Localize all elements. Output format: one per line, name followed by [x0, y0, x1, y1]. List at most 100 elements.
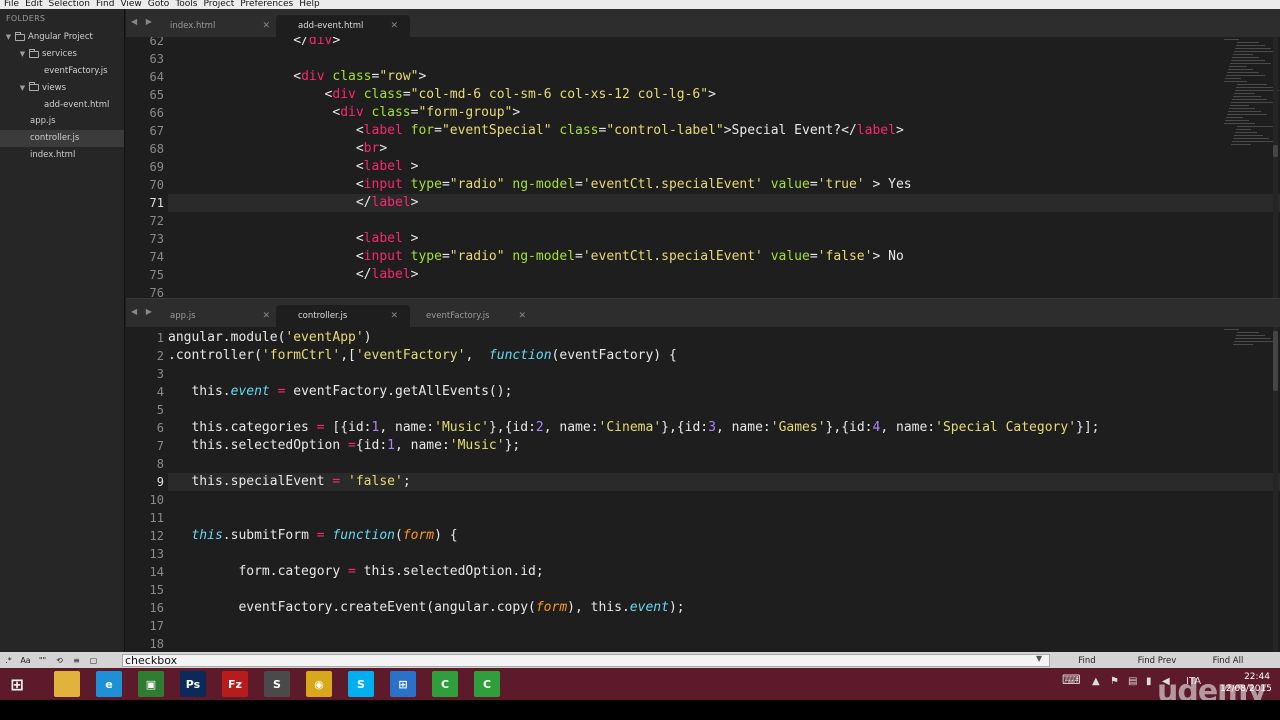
code-line[interactable]: .controller('formCtrl',['eventFactory', …	[168, 347, 677, 365]
app-window-icon[interactable]: ⊞	[390, 671, 416, 697]
code-line[interactable]: <label >	[168, 158, 419, 176]
bottom-minimap[interactable]	[1224, 329, 1277, 349]
regex-icon[interactable]: .*	[0, 652, 17, 668]
code-line[interactable]: <input type="radio" ng-model='eventCtl.s…	[168, 176, 912, 194]
menu-view[interactable]: View	[120, 0, 141, 9]
code-line[interactable]: this.selectedOption ={id:1, name:'Music'…	[168, 437, 520, 455]
skype-icon[interactable]: S	[348, 671, 374, 697]
code-line[interactable]: <label for="eventSpecial" class="control…	[168, 122, 904, 140]
terminal-icon[interactable]: ▣	[138, 671, 164, 697]
menu-tools[interactable]: Tools	[175, 0, 197, 9]
tab-label: eventFactory.js	[426, 311, 490, 321]
case-icon[interactable]: Aa	[17, 652, 34, 668]
menu-selection[interactable]: Selection	[49, 0, 90, 9]
menu-help[interactable]: Help	[299, 0, 320, 9]
code-line[interactable]: eventFactory.createEvent(angular.copy(fo…	[168, 599, 684, 617]
in-selection-icon[interactable]: ≡	[68, 652, 85, 668]
code-line[interactable]: <br>	[168, 140, 387, 158]
line-number: 16	[149, 601, 164, 615]
line-number: 11	[149, 511, 164, 525]
line-number: 74	[149, 250, 164, 264]
network-icon[interactable]: ▤	[1128, 676, 1137, 687]
find-input[interactable]	[122, 654, 1050, 667]
filezilla-icon[interactable]: Fz	[222, 671, 248, 697]
find-prev-button[interactable]: Find Prev	[1124, 654, 1190, 667]
bottom-code-area[interactable]: angular.module('eventApp') .controller('f…	[168, 327, 1280, 652]
wrap-icon[interactable]: ⟲	[51, 652, 68, 668]
highlight-icon[interactable]: ▢	[85, 652, 102, 668]
code-line[interactable]: <div class="form-group">	[168, 104, 520, 122]
bottom-gutter: 1 2 3 4 5 6 7 8 9 10 11 12 13 14 15 16 17 18	[126, 327, 168, 652]
sidebar-item[interactable]: ▼ views	[0, 79, 124, 96]
sidebar-item[interactable]: app.js	[0, 113, 124, 130]
bottom-tab-bar: ◀ ▶ app.js ✕ controller.js ✕ eventFactory.js…	[126, 299, 1280, 327]
file-explorer-icon[interactable]	[54, 671, 80, 697]
code-line[interactable]: <input type="radio" ng-model='eventCtl.s…	[168, 248, 904, 266]
disclosure-arrow-icon[interactable]: ▼	[18, 50, 27, 58]
chrome-icon[interactable]: ◉	[306, 671, 332, 697]
sidebar-item-label: services	[42, 49, 77, 60]
tab-index-html[interactable]: index.html ✕	[148, 15, 282, 37]
sublime-text-icon[interactable]: S	[264, 671, 290, 697]
camtasia-icon[interactable]: C	[432, 671, 458, 697]
signal-icon[interactable]: ▮	[1146, 676, 1152, 687]
sidebar-item[interactable]: controller.js	[0, 129, 124, 147]
close-icon[interactable]: ✕	[518, 311, 526, 321]
keyboard-icon[interactable]: ⌨	[1062, 673, 1081, 688]
disclosure-arrow-icon[interactable]: ▼	[4, 33, 13, 41]
find-history-dropdown-icon[interactable]: ▼	[1036, 654, 1042, 663]
top-code-area[interactable]: </div> <div class="row"> <div class="col…	[168, 37, 1280, 298]
sidebar-item[interactable]: eventFactory.js	[0, 63, 124, 80]
line-number: 14	[149, 565, 164, 579]
line-number: 15	[149, 583, 164, 597]
tab-add-event-html[interactable]: add-event.html ✕	[276, 15, 410, 37]
bottom-editor-pane[interactable]: 1 2 3 4 5 6 7 8 9 10 11 12 13 14 15 16 17 18 angular.modu…	[126, 327, 1280, 652]
sidebar-item[interactable]: ▼ Angular Project	[0, 29, 124, 46]
menu-project[interactable]: Project	[203, 0, 234, 9]
code-line[interactable]: angular.module('eventApp')	[168, 329, 372, 347]
menu-find[interactable]: Find	[96, 0, 114, 9]
code-line[interactable]: <div class="row">	[168, 68, 426, 86]
close-icon[interactable]: ✕	[390, 21, 398, 31]
sidebar-item[interactable]: ▼ services	[0, 46, 124, 63]
code-line[interactable]: this.submitForm = function(form) {	[168, 527, 457, 545]
code-line[interactable]: </div>	[168, 37, 340, 50]
code-line[interactable]: </label>	[168, 266, 419, 284]
photoshop-icon[interactable]: Ps	[180, 671, 206, 697]
bottom-scrollbar[interactable]	[1273, 327, 1278, 652]
code-line[interactable]: this.categories = [{id:1, name:'Music'},…	[168, 419, 1099, 437]
code-line[interactable]: form.category = this.selectedOption.id;	[168, 563, 543, 581]
tab-app-js[interactable]: app.js ✕	[148, 305, 282, 327]
top-editor-pane[interactable]: 62 63 64 65 66 67 68 69 70 71 72 73 74 75 76 </div> <d…	[126, 37, 1280, 298]
menu-goto[interactable]: Goto	[148, 0, 170, 9]
tab-controller-js[interactable]: controller.js ✕	[276, 305, 410, 327]
menu-file[interactable]: File	[4, 0, 19, 9]
line-number: 3	[156, 367, 164, 381]
code-line[interactable]: this.specialEvent = 'false';	[168, 473, 410, 491]
bottom-black-strip	[0, 700, 1280, 720]
sidebar-item[interactable]: add-event.html	[0, 96, 124, 113]
menu-preferences[interactable]: Preferences	[240, 0, 293, 9]
code-line[interactable]: <label >	[168, 230, 419, 248]
code-line[interactable]: this.event = eventFactory.getAllEvents()…	[168, 383, 512, 401]
close-icon[interactable]: ✕	[262, 311, 270, 321]
top-tab-bar: ◀ ▶ index.html ✕ add-event.html ✕	[126, 9, 1280, 37]
flag-icon[interactable]: ⚑	[1110, 676, 1119, 687]
code-line[interactable]: </label>	[168, 194, 419, 212]
menu-edit[interactable]: Edit	[25, 0, 42, 9]
find-all-button[interactable]: Find All	[1195, 654, 1261, 667]
windows-start-icon[interactable]: ⊞	[4, 671, 30, 697]
disclosure-arrow-icon[interactable]: ▼	[18, 84, 27, 92]
camtasia-recorder-icon[interactable]: C	[474, 671, 500, 697]
find-button[interactable]: Find	[1054, 654, 1120, 667]
top-minimap[interactable]	[1224, 39, 1279, 159]
close-icon[interactable]: ✕	[262, 21, 270, 31]
close-icon[interactable]: ✕	[390, 311, 398, 321]
code-line[interactable]: <div class="col-md-6 col-sm-6 col-xs-12 …	[168, 86, 716, 104]
tray-expand-icon[interactable]: ▲	[1092, 676, 1100, 687]
word-icon[interactable]: ""	[34, 652, 51, 668]
sidebar-item[interactable]: index.html	[0, 147, 124, 164]
top-scrollbar[interactable]	[1273, 37, 1278, 298]
tab-eventfactory-js[interactable]: eventFactory.js ✕	[404, 305, 538, 327]
internet-explorer-icon[interactable]: e	[96, 671, 122, 697]
